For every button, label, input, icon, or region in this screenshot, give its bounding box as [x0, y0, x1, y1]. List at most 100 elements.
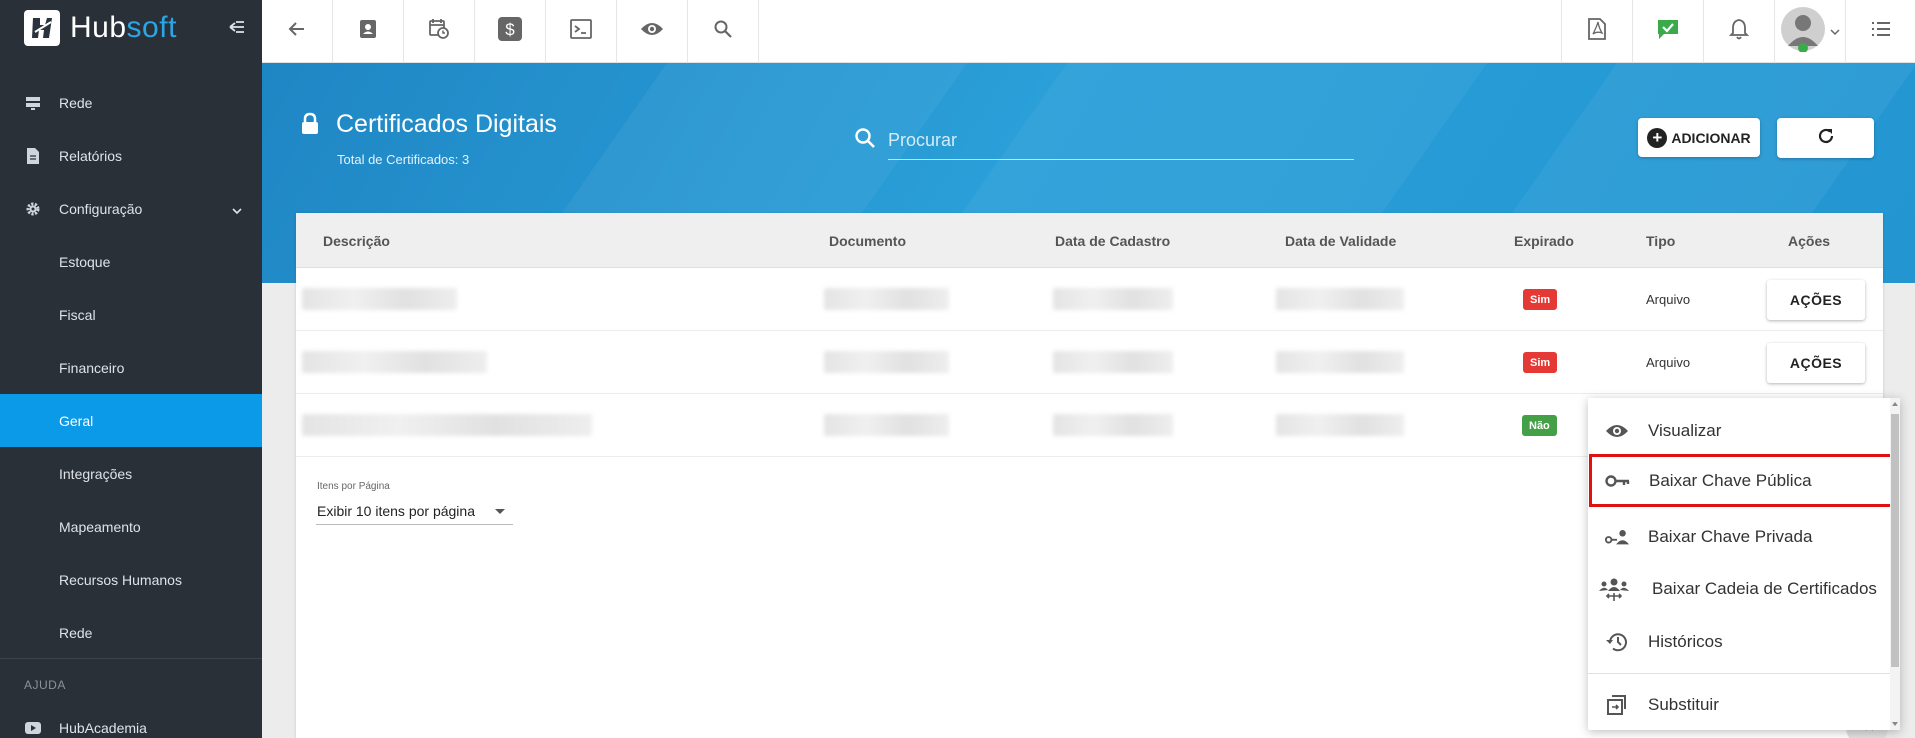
scroll-down-icon[interactable]: [1892, 722, 1898, 726]
redacted-description: [302, 288, 457, 310]
status-badge: Não: [1522, 415, 1557, 436]
view-button[interactable]: [617, 0, 688, 63]
menu-item-label: Históricos: [1648, 631, 1723, 651]
sidebar-item-rede-config[interactable]: Rede: [0, 606, 262, 659]
refresh-icon: [1816, 126, 1836, 151]
sidebar-item-integracoes[interactable]: Integrações: [0, 447, 262, 500]
sidebar-item-estoque[interactable]: Estoque: [0, 235, 262, 288]
schedule-button[interactable]: [404, 0, 475, 63]
column-header[interactable]: Documento: [829, 233, 906, 249]
logo-icon: [24, 10, 60, 46]
document-icon: [24, 147, 42, 165]
menu-item-label: Visualizar: [1648, 420, 1722, 440]
brand-name-part1: Hub: [70, 11, 127, 44]
items-per-page-value: Exibir 10 itens por página: [317, 502, 475, 519]
menu-item-label: Substituir: [1648, 694, 1719, 714]
sidebar-item-label: Estoque: [59, 253, 111, 270]
items-per-page-select[interactable]: Exibir 10 itens por página: [316, 497, 513, 525]
sidebar-item-financeiro[interactable]: Financeiro: [0, 341, 262, 394]
list-menu-icon: [1870, 20, 1892, 43]
notifications-button[interactable]: [1703, 0, 1774, 63]
scrollbar-thumb[interactable]: [1891, 414, 1899, 667]
menu-item-baixar-chave-privada[interactable]: Baixar Chave Privada: [1588, 510, 1890, 563]
brand-name-part2: soft: [126, 11, 177, 44]
actions-button[interactable]: AÇÕES: [1767, 343, 1865, 383]
redacted-description: [302, 351, 487, 373]
key-person-icon: [1604, 525, 1630, 549]
collapse-sidebar-icon[interactable]: [226, 16, 248, 38]
eye-icon: [640, 21, 664, 42]
sidebar-item-label: Recursos Humanos: [59, 571, 182, 588]
certificate-count: Total de Certificados: 3: [337, 152, 470, 167]
status-badge: Sim: [1523, 289, 1558, 310]
terminal-button[interactable]: [546, 0, 617, 63]
sidebar-item-label: Fiscal: [59, 306, 96, 323]
youtube-icon: [24, 719, 42, 737]
column-header[interactable]: Data de Validade: [1285, 233, 1396, 249]
eye-icon: [1604, 419, 1630, 443]
actions-menu: Visualizar Baixar Chave Pública Baixar C…: [1588, 398, 1900, 730]
svg-text:$: $: [505, 20, 515, 39]
user-menu-button[interactable]: [1774, 0, 1845, 63]
sidebar-item-relatorios[interactable]: Relatórios: [0, 129, 262, 182]
finance-button[interactable]: $: [475, 0, 546, 63]
redacted-expiry-date: [1276, 414, 1404, 436]
menu-item-label: Baixar Cadeia de Certificados: [1652, 578, 1877, 598]
menu-scrollbar[interactable]: [1890, 398, 1900, 730]
sidebar-item-label: Geral: [59, 412, 94, 429]
pdf-button[interactable]: [1561, 0, 1632, 63]
add-button[interactable]: + ADICIONAR: [1638, 118, 1760, 157]
menu-item-baixar-cadeia-certificados[interactable]: Baixar Cadeia de Certificados: [1588, 562, 1890, 615]
sidebar-item-configuracao[interactable]: Configuração: [0, 182, 262, 235]
menu-item-substituir[interactable]: Substituir: [1588, 678, 1890, 731]
column-header[interactable]: Tipo: [1646, 233, 1675, 249]
avatar: [1780, 6, 1826, 57]
type-cell: Arquivo: [1646, 355, 1691, 370]
sidebar-item-recursos-humanos[interactable]: Recursos Humanos: [0, 553, 262, 606]
sidebar-item-label: Mapeamento: [59, 518, 141, 535]
column-header[interactable]: Descrição: [323, 233, 390, 249]
redacted-created-date: [1053, 414, 1173, 436]
sidebar-item-label: Relatórios: [59, 147, 123, 164]
sidebar-item-hubacademia[interactable]: HubAcademia: [0, 711, 262, 738]
back-button[interactable]: [262, 0, 333, 63]
sidebar-divider: [0, 658, 262, 659]
sidebar-item-fiscal[interactable]: Fiscal: [0, 288, 262, 341]
gear-icon: [24, 200, 42, 218]
sidebar-item-rede[interactable]: Rede: [0, 76, 262, 129]
chevron-down-icon: [1830, 23, 1840, 41]
chat-button[interactable]: [1632, 0, 1703, 63]
scroll-up-icon[interactable]: [1892, 402, 1898, 406]
replace-icon: [1604, 693, 1630, 717]
main-menu-button[interactable]: [1845, 0, 1915, 63]
redacted-created-date: [1053, 288, 1173, 310]
sidebar-item-geral[interactable]: Geral: [0, 394, 262, 447]
contact-card-icon: [358, 19, 378, 44]
sidebar-item-label: Rede: [59, 94, 93, 111]
chevron-down-icon: [232, 202, 242, 218]
column-header: Ações: [1788, 233, 1831, 249]
search-button[interactable]: [688, 0, 759, 63]
sidebar: Hubsoft Rede Relatórios Configuração Est…: [0, 0, 262, 738]
lock-icon: [299, 112, 321, 141]
bell-icon: [1728, 18, 1750, 45]
logo[interactable]: Hubsoft: [0, 0, 262, 56]
actions-button[interactable]: AÇÕES: [1767, 280, 1865, 320]
sidebar-item-label: HubAcademia: [59, 719, 147, 736]
table-row[interactable]: Sim Arquivo AÇÕES: [296, 331, 1883, 394]
sidebar-item-mapeamento[interactable]: Mapeamento: [0, 500, 262, 553]
pdf-icon: [1588, 18, 1606, 45]
menu-item-historicos[interactable]: Históricos: [1588, 615, 1890, 668]
table-row[interactable]: Sim Arquivo AÇÕES: [296, 268, 1883, 331]
column-header[interactable]: Data de Cadastro: [1055, 233, 1170, 249]
status-badge: Sim: [1523, 352, 1558, 373]
menu-item-visualizar[interactable]: Visualizar: [1588, 404, 1890, 457]
contacts-button[interactable]: [333, 0, 404, 63]
section-label: AJUDA: [24, 678, 66, 692]
refresh-button[interactable]: [1777, 118, 1874, 158]
topbar: $: [262, 0, 1915, 63]
group-icon: [1598, 577, 1630, 601]
column-header[interactable]: Expirado: [1514, 233, 1574, 249]
search-input[interactable]: [888, 122, 1354, 160]
menu-item-baixar-chave-publica[interactable]: Baixar Chave Pública: [1589, 454, 1899, 507]
